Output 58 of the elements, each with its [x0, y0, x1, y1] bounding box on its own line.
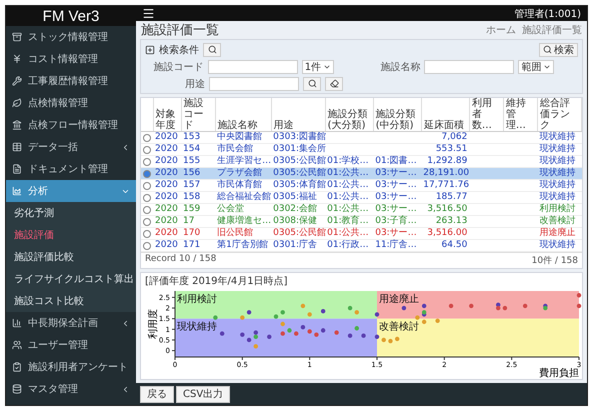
- table-row[interactable]: 2020 154 市民会館 0301:集会所 553.51 現状維持: [141, 144, 582, 156]
- table-cell: 11:庁舎…: [373, 240, 422, 252]
- sidebar-item[interactable]: 工事履歴情報管理: [6, 70, 136, 92]
- table-row[interactable]: 2020 155 生涯学習セ… 0305:公民館 01:学校… 01:図書… 1,292.89 現状維持: [141, 156, 582, 168]
- sidebar-subitem[interactable]: 施設評価: [6, 224, 136, 246]
- sidebar-item[interactable]: マスタ管理: [6, 378, 136, 400]
- page-info: 10件 / 158: [532, 254, 578, 267]
- quadrant-label: 用途廃止: [379, 294, 419, 305]
- quadrant-label: 改善検討: [379, 322, 419, 333]
- select-dropdown[interactable]: 1件: [302, 60, 334, 74]
- sidebar-item[interactable]: 点検フロー情報管理: [6, 114, 136, 136]
- table-row[interactable]: 2020 153 中央図書館 0303:図書館 7,062 現状維持: [141, 132, 582, 144]
- sidebar-subitem[interactable]: 施設評価比較: [6, 246, 136, 268]
- table-cell: 01:行政…: [325, 240, 374, 252]
- table-row[interactable]: 2020 159 公会堂 0302:会館 01:公共… 03:サー… 3,516.50 利用検討: [141, 204, 582, 216]
- app-logo: FM Ver3: [6, 6, 136, 26]
- search-button[interactable]: 検索: [539, 42, 578, 56]
- sidebar-subitem[interactable]: 施設コスト比較: [6, 290, 136, 312]
- chart-title: [評価年度 2019年/4月1日時点]: [145, 274, 289, 288]
- user-name[interactable]: 管理者(1:001): [514, 6, 581, 20]
- footer-button[interactable]: 戻る: [140, 386, 174, 402]
- table-cell: 171: [181, 240, 216, 252]
- field-label: 用途: [184, 78, 205, 90]
- x-axis-label: 費用負担: [539, 368, 579, 378]
- table-row[interactable]: 2020 158 総合福祉会館 0305:福祉 01:公共… 03:サー… 185.77 現状維持: [141, 192, 582, 204]
- y-axis-label: 利用度: [148, 309, 159, 339]
- field-label: 施設コード: [152, 60, 204, 74]
- sidebar-item[interactable]: 施設利用者アンケート: [6, 356, 136, 378]
- table-cell: 現状維持: [537, 240, 582, 252]
- sidebar-item[interactable]: ストック情報管理: [6, 26, 136, 48]
- field-label: 施設名称: [379, 60, 420, 74]
- table-cell: 0301:庁舎: [271, 240, 326, 252]
- quadrant-label: 利用検討: [177, 294, 217, 305]
- sidebar-item[interactable]: 中長期保全計画: [6, 312, 136, 334]
- table-row[interactable]: 2020 17 健康増進セ… 0308:保健 01:教育… 03:子育… 263.13 改善検討: [141, 216, 582, 228]
- record-count: Record 10 / 158: [145, 254, 216, 266]
- table-row[interactable]: 2020 170 旧公民館 0305:公民館 01:公共… 03:サー… 3,516.00 用途廃止: [141, 228, 582, 240]
- sidebar-subitem[interactable]: 劣化予測: [6, 202, 136, 224]
- footer-button[interactable]: CSV出力: [176, 386, 230, 402]
- quadrant-label: 現状維持: [177, 322, 217, 333]
- table-cell: 第1庁舎別館: [215, 240, 272, 252]
- sidebar-item[interactable]: ユーザー管理: [6, 334, 136, 356]
- page-title: 施設評価一覧: [141, 22, 219, 39]
- select-dropdown[interactable]: 範囲: [518, 60, 554, 74]
- sidebar-subitem[interactable]: ライフサイクルコスト算出: [6, 268, 136, 290]
- table-row[interactable]: 2020 156 プラザ会館 0305:公民館 01:公共… 03:サー… 28,191.00 現状維持: [141, 168, 582, 180]
- breadcrumb-link[interactable]: 施設評価一覧: [522, 23, 582, 37]
- filter-title: 検索条件: [159, 44, 199, 56]
- table-cell: 64.50: [421, 240, 470, 252]
- breadcrumb-link[interactable]: ホーム: [486, 23, 516, 37]
- sidebar-item[interactable]: ドキュメント管理: [6, 158, 136, 180]
- sidebar-item[interactable]: コスト情報管理: [6, 48, 136, 70]
- sidebar-item[interactable]: 分析: [6, 180, 136, 202]
- sidebar-item[interactable]: データ一括: [6, 136, 136, 158]
- table-row[interactable]: 2020 171 第1庁舎別館 0301:庁舎 01:行政… 11:庁舎… 64.50 現状維持: [141, 240, 582, 252]
- sidebar-item[interactable]: 点検情報管理: [6, 92, 136, 114]
- table-row[interactable]: 2020 157 市民体育館 0305:体育館 01:公共… 03:サー… 17,771.76 現状維持: [141, 180, 582, 192]
- table-cell: 2020: [153, 240, 182, 252]
